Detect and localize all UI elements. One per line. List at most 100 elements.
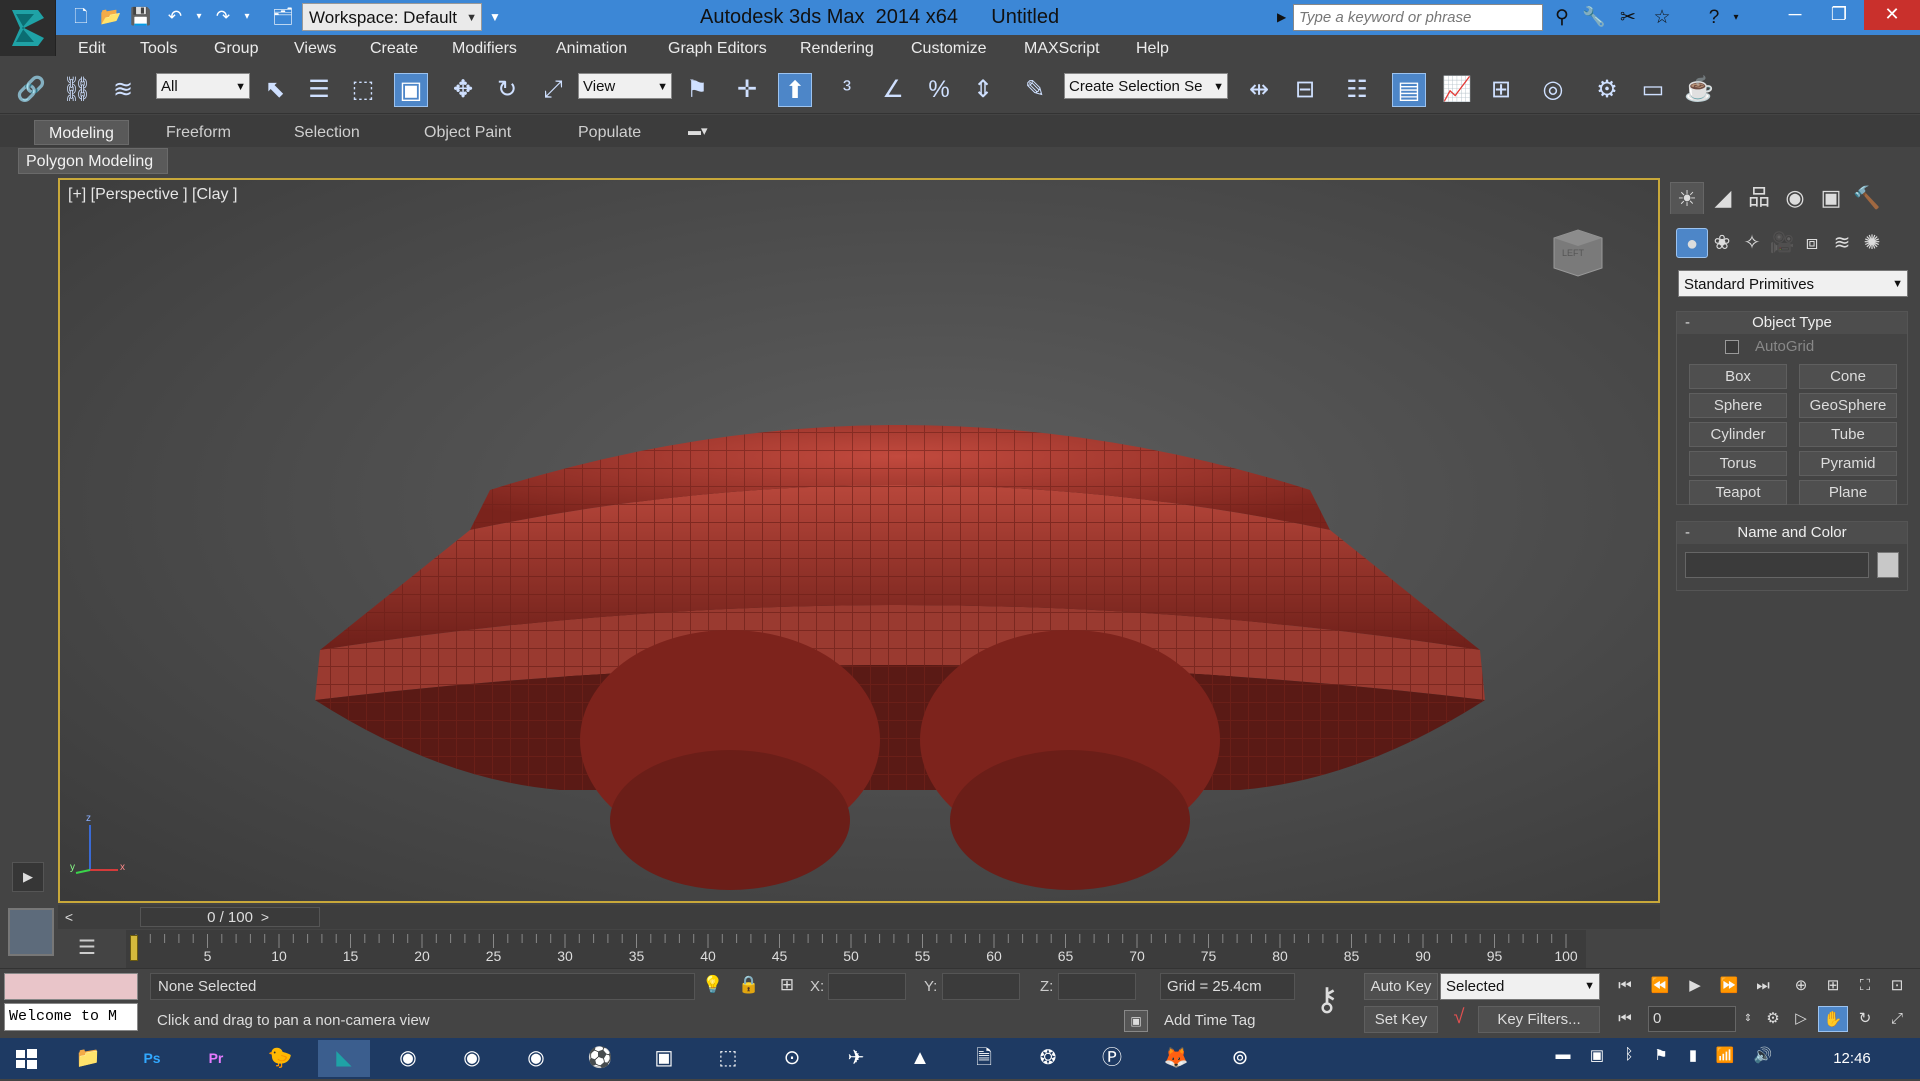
current-frame-field[interactable]: 0 — [1648, 1006, 1736, 1032]
app-icon-2[interactable]: ◉ — [382, 1040, 434, 1077]
geometry-icon[interactable]: ● — [1676, 228, 1708, 258]
app-icon-13[interactable]: Ⓟ — [1086, 1040, 1138, 1077]
edit-named-selection-icon[interactable]: ✎ — [1018, 73, 1052, 107]
app-logo-icon[interactable] — [0, 0, 56, 56]
menu-create[interactable]: Create — [370, 35, 418, 62]
sphere-button[interactable]: Sphere — [1689, 393, 1787, 418]
app-icon-5[interactable]: ⚽ — [574, 1040, 626, 1077]
pivot-center-icon[interactable]: ⚑ — [680, 73, 714, 107]
absolute-mode-icon[interactable]: ⊞ — [774, 975, 800, 999]
set-keys-key-icon[interactable]: ⚷ — [1300, 980, 1354, 1028]
app-icon-9[interactable]: ✈ — [830, 1040, 882, 1077]
previous-frame-icon[interactable]: ⏪ — [1645, 973, 1675, 999]
maxscript-listener-output[interactable] — [4, 973, 138, 1000]
plane-button[interactable]: Plane — [1799, 480, 1897, 505]
cylinder-button[interactable]: Cylinder — [1689, 422, 1787, 447]
percent-snap-icon[interactable]: % — [922, 73, 956, 107]
battery-icon[interactable]: ▮ — [1682, 1046, 1704, 1070]
bluetooth-icon[interactable]: ᛒ — [1618, 1046, 1640, 1070]
windows-start-icon[interactable] — [6, 1040, 46, 1077]
restore-icon[interactable]: ❐ — [1818, 0, 1860, 30]
add-time-tag-button[interactable]: Add Time Tag — [1140, 1008, 1298, 1034]
volume-icon[interactable]: 🔊 — [1752, 1046, 1774, 1070]
selection-lock-icon[interactable]: 🔒 — [736, 975, 762, 999]
undo-icon[interactable]: ↶ — [162, 5, 188, 29]
torus-button[interactable]: Torus — [1689, 451, 1787, 476]
cameras-icon[interactable]: 🎥 — [1766, 228, 1798, 258]
key-mode-toggle-icon[interactable]: ⏮ — [1610, 1006, 1640, 1032]
menu-graph-editors[interactable]: Graph Editors — [668, 35, 767, 62]
action-center-flag-icon[interactable]: ⚑ — [1650, 1046, 1672, 1070]
firefox-icon[interactable]: 🦊 — [1150, 1040, 1202, 1077]
shapes-icon[interactable]: ❀ — [1706, 228, 1738, 258]
tube-button[interactable]: Tube — [1799, 422, 1897, 447]
hierarchy-panel-tab-icon[interactable]: 品 — [1742, 182, 1776, 214]
create-panel-tab-icon[interactable]: ☀ — [1670, 182, 1704, 214]
app-icon-7[interactable]: ⬚ — [702, 1040, 754, 1077]
premiere-icon[interactable]: Pr — [190, 1040, 242, 1077]
ribbon-toggle-icon[interactable]: ▤ — [1392, 73, 1426, 107]
current-frame-marker[interactable] — [130, 935, 138, 961]
field-of-view-icon[interactable]: ▷ — [1786, 1006, 1816, 1032]
x-coordinate-field[interactable] — [828, 973, 906, 1000]
search-input[interactable]: Type a keyword or phrase — [1293, 4, 1543, 31]
network-icon[interactable]: 📶 — [1714, 1046, 1736, 1070]
render-setup-icon[interactable]: ⚙ — [1590, 73, 1624, 107]
tab-modeling[interactable]: Modeling — [34, 120, 129, 145]
tray-icon-1[interactable]: ▬ — [1552, 1046, 1574, 1070]
zoom-extents-icon[interactable]: ⛶ — [1850, 973, 1880, 999]
rectangular-selection-icon[interactable]: ⬚ — [346, 73, 380, 107]
app-icon-1[interactable]: 🐤 — [254, 1040, 306, 1077]
autogrid-checkbox[interactable] — [1725, 340, 1739, 354]
menu-rendering[interactable]: Rendering — [800, 35, 874, 62]
menu-help[interactable]: Help — [1136, 35, 1169, 62]
pyramid-button[interactable]: Pyramid — [1799, 451, 1897, 476]
menu-group[interactable]: Group — [214, 35, 258, 62]
lights-icon[interactable]: ✧ — [1736, 228, 1768, 258]
track-bar-toggle-icon[interactable]: ☰ — [70, 935, 104, 963]
schematic-view-icon[interactable]: ⊞ — [1484, 73, 1518, 107]
go-to-start-icon[interactable]: ⏮ — [1610, 973, 1640, 999]
cone-button[interactable]: Cone — [1799, 364, 1897, 389]
key-mode-dropdown[interactable]: Selected ▼ — [1440, 973, 1600, 1000]
time-slider[interactable]: < 0 / 100 > — [58, 905, 1660, 929]
photoshop-icon[interactable]: Ps — [126, 1040, 178, 1077]
layer-manager-icon[interactable]: ☷ — [1340, 73, 1374, 107]
app-icon-6[interactable]: ▣ — [638, 1040, 690, 1077]
ribbon-group-polygon-modeling[interactable]: Polygon Modeling — [18, 148, 168, 174]
app-icon-10[interactable]: ▲ — [894, 1040, 946, 1077]
render-production-icon[interactable]: ☕ — [1682, 73, 1716, 107]
select-and-move-icon[interactable]: ✥ — [446, 73, 480, 107]
curve-editor-icon[interactable]: 📈 — [1440, 73, 1474, 107]
file-explorer-icon[interactable]: 📁 — [62, 1040, 114, 1077]
maxscript-mini-listener[interactable]: Welcome to M — [4, 1003, 138, 1031]
rendered-frame-window-icon[interactable]: ▭ — [1636, 73, 1670, 107]
select-object-icon[interactable]: ⬉ — [258, 73, 292, 107]
systems-icon[interactable]: ✺ — [1856, 228, 1888, 258]
menu-views[interactable]: Views — [294, 35, 336, 62]
primitive-category-dropdown[interactable]: Standard Primitives ▼ — [1678, 270, 1908, 297]
menu-customize[interactable]: Customize — [911, 35, 987, 62]
teapot-button[interactable]: Teapot — [1689, 480, 1787, 505]
tab-selection[interactable]: Selection — [280, 120, 374, 145]
select-and-rotate-icon[interactable]: ↻ — [490, 73, 524, 107]
box-button[interactable]: Box — [1689, 364, 1787, 389]
app-icon-8[interactable]: ⊙ — [766, 1040, 818, 1077]
quick-access-more-icon[interactable]: ▼ — [485, 3, 505, 31]
zoom-all-icon[interactable]: ⊞ — [1818, 973, 1848, 999]
favorites-star-icon[interactable]: ☆ — [1648, 5, 1676, 31]
mini-curve-editor-toggle[interactable] — [8, 908, 54, 956]
menu-modifiers[interactable]: Modifiers — [452, 35, 517, 62]
angle-snap-icon[interactable]: ∠ — [876, 73, 910, 107]
time-slider-thumb[interactable]: 0 / 100 — [140, 907, 320, 927]
select-by-name-icon[interactable]: ☰ — [302, 73, 336, 107]
search-expand-icon[interactable]: ▶ — [1277, 6, 1291, 28]
tab-object-paint[interactable]: Object Paint — [410, 120, 525, 145]
workspace-dropdown[interactable]: Workspace: Default ▼ — [302, 3, 482, 31]
bind-to-space-warp-icon[interactable]: ≋ — [106, 73, 140, 107]
unlink-selection-icon[interactable]: ⛓ — [60, 73, 94, 107]
expand-panel-icon[interactable]: ▶ — [12, 862, 44, 892]
close-icon[interactable]: ✕ — [1864, 0, 1920, 30]
app-icon-3[interactable]: ◉ — [446, 1040, 498, 1077]
select-and-link-icon[interactable]: 🔗 — [14, 73, 48, 107]
